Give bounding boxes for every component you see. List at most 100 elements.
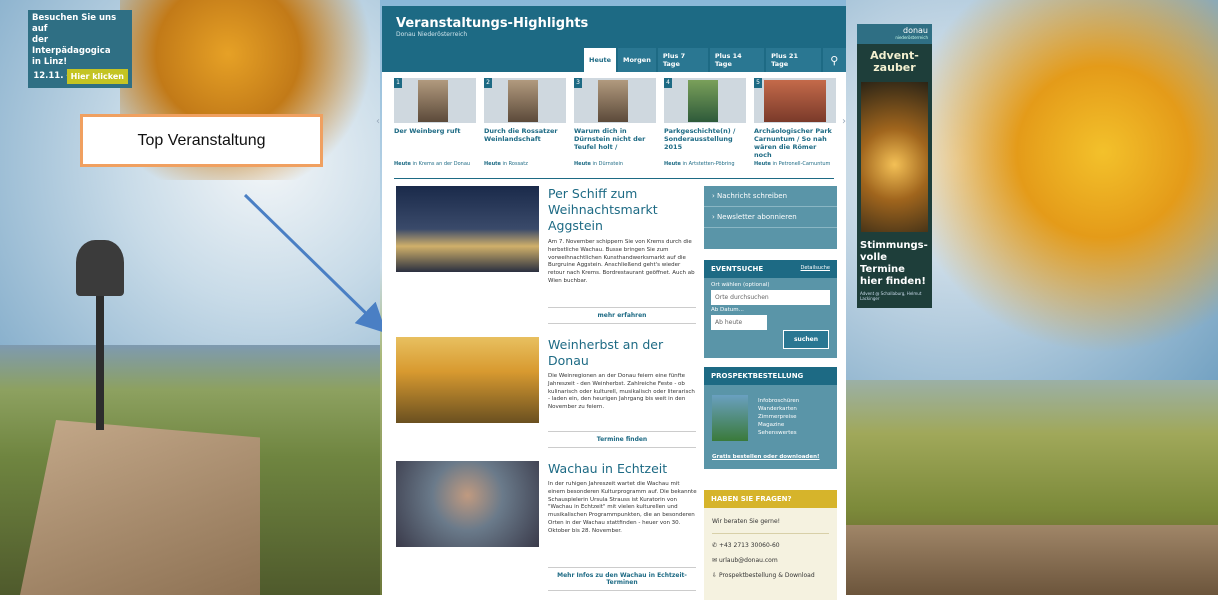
brochure-image	[712, 395, 748, 441]
highlight-thumbnail: 3	[574, 78, 656, 123]
prospekt-box: PROSPEKTBESTELLUNG Infobroschüren Wander…	[704, 367, 837, 469]
write-message-label: Nachricht schreiben	[717, 192, 788, 200]
highlight-title[interactable]: Der Weinberg ruft	[394, 127, 476, 161]
prospekt-item: Wanderkarten	[758, 406, 797, 412]
highlight-thumbnail: 1	[394, 78, 476, 123]
tab-heute[interactable]: Heute	[584, 48, 616, 72]
lamp-post	[96, 290, 104, 430]
highlight-meta: Heute in Petronell-Carnuntum	[754, 161, 836, 167]
newsletter-label: Newsletter abonnieren	[717, 213, 797, 221]
highlight-where: in Krems an der Donau	[412, 161, 471, 167]
tab-plus-7[interactable]: Plus 7 Tage	[657, 48, 708, 72]
article-title[interactable]: Weinherbst an der Donau	[548, 337, 698, 369]
ad-left-button[interactable]: Hier klicken	[66, 69, 128, 84]
contact-download[interactable]: ⇩ Prospektbestellung & Download	[704, 568, 837, 583]
highlight-photo	[688, 80, 718, 122]
highlight-number: 4	[664, 78, 672, 88]
highlight-item[interactable]: 5 Archäologischer Park Carnuntum / So na…	[754, 78, 836, 167]
article-link[interactable]: mehr erfahren	[548, 307, 696, 324]
highlight-item[interactable]: 3 Warum dich in Dürnstein nicht der Teuf…	[574, 78, 656, 167]
phone-icon: ✆	[712, 542, 718, 549]
highlight-title[interactable]: Parkgeschichte(n) / Sonderausstellung 20…	[664, 127, 746, 161]
mail-icon: ✉	[712, 557, 718, 564]
contact-intro: Wir beraten Sie gerne!	[712, 518, 781, 525]
background-wall	[20, 420, 260, 595]
highlight-where: in Rossatz	[502, 161, 528, 167]
highlight-when: Heute	[754, 161, 771, 167]
detailsuche-link[interactable]: Detailsuche	[801, 265, 831, 271]
write-message-link[interactable]: › Nachricht schreiben	[704, 186, 837, 207]
chevron-right-icon[interactable]: ›	[842, 116, 846, 127]
tab-morgen[interactable]: Morgen	[618, 48, 656, 72]
ad-left-line3: in Linz!	[32, 57, 68, 67]
ad-interpaedagogica[interactable]: Besuchen Sie uns auf der Interpädagogica…	[28, 10, 132, 88]
lamp-head	[76, 240, 124, 296]
contact-phone[interactable]: ✆ +43 2713 30060-60	[704, 538, 837, 553]
background-wall-right	[846, 525, 1218, 595]
ad-right-line4: volle Termine	[860, 252, 905, 275]
article-text: Am 7. November schippern Sie von Krems d…	[548, 239, 695, 284]
chevron-left-icon[interactable]: ‹	[376, 116, 380, 127]
search-icon[interactable]: ⚲	[822, 48, 846, 72]
highlight-when: Heute	[484, 161, 501, 167]
highlight-meta: Heute in Dürnstein	[574, 161, 656, 167]
prospekt-link[interactable]: Gratis bestellen oder downloaden!	[712, 454, 820, 460]
article-title[interactable]: Wachau in Echtzeit	[548, 461, 698, 477]
download-icon: ⇩	[712, 572, 718, 579]
highlight-when: Heute	[664, 161, 681, 167]
divider	[394, 178, 834, 179]
highlight-item[interactable]: 2 Durch die Rossatzer Weinlandschaft Heu…	[484, 78, 566, 167]
datum-input[interactable]: Ab heute	[711, 315, 767, 330]
page-title: Veranstaltungs-Highlights	[396, 16, 589, 31]
ort-input[interactable]: Orte durchsuchen	[711, 290, 830, 305]
highlight-where: in Dürnstein	[592, 161, 624, 167]
ad-right-line2: zauber	[873, 61, 916, 74]
article-link[interactable]: Termine finden	[548, 431, 696, 448]
phone-number: +43 2713 30060-60	[718, 542, 780, 549]
prospekt-list: Infobroschüren Wanderkarten Zimmerpreise…	[758, 397, 799, 437]
logo-subtext: niederösterreich	[895, 35, 928, 40]
search-button[interactable]: suchen	[782, 330, 829, 349]
highlight-when: Heute	[574, 161, 591, 167]
ad-right-cta: Stimmungs-volle Termine hier finden!	[857, 240, 932, 288]
page-subtitle: Donau Niederösterreich	[396, 31, 468, 38]
ort-label: Ort wählen (optional)	[711, 282, 770, 288]
highlight-title[interactable]: Archäologischer Park Carnuntum / So nah …	[754, 127, 836, 161]
tab-plus-21[interactable]: Plus 21 Tage	[766, 48, 821, 72]
ad-left-line2: der Interpädagogica	[32, 35, 111, 56]
divider	[712, 533, 829, 534]
ad-right-title: Advent-zauber	[857, 50, 932, 74]
ad-right-photo	[861, 82, 928, 232]
date-tabs: Heute Morgen Plus 7 Tage Plus 14 Tage Pl…	[582, 48, 846, 72]
donau-logo: donau niederösterreich	[857, 24, 932, 44]
highlight-photo	[418, 80, 448, 122]
article-image[interactable]	[396, 337, 539, 423]
highlight-where: in Petronell-Carnuntum	[772, 161, 831, 167]
highlight-thumbnail: 4	[664, 78, 746, 123]
ad-left-line1: Besuchen Sie uns auf	[32, 13, 117, 34]
tab-plus-14[interactable]: Plus 14 Tage	[709, 48, 765, 72]
highlights-strip: 1 Der Weinberg ruft Heute in Krems an de…	[394, 78, 836, 178]
main-content: Veranstaltungs-Highlights Donau Niederös…	[376, 6, 846, 600]
article-link[interactable]: Mehr Infos zu den Wachau in Echtzeit-Ter…	[548, 567, 696, 591]
highlight-title[interactable]: Warum dich in Dürnstein nicht der Teufel…	[574, 127, 656, 161]
highlight-number: 2	[484, 78, 492, 88]
highlight-title[interactable]: Durch die Rossatzer Weinlandschaft	[484, 127, 566, 161]
newsletter-link[interactable]: › Newsletter abonnieren	[704, 207, 837, 228]
highlight-number: 5	[754, 78, 762, 88]
highlight-thumbnail: 2	[484, 78, 566, 123]
highlight-meta: Heute in Rossatz	[484, 161, 566, 167]
article-item: Wachau in Echtzeit In der ruhigen Jahres…	[396, 461, 698, 591]
ad-adventzauber[interactable]: donau niederösterreich Advent-zauber Stim…	[857, 24, 932, 308]
background-leaves-right	[930, 0, 1218, 380]
highlight-item[interactable]: 1 Der Weinberg ruft Heute in Krems an de…	[394, 78, 476, 167]
header-bar: Veranstaltungs-Highlights Donau Niederös…	[382, 6, 846, 72]
newsletter-box: › Nachricht schreiben › Newsletter abonn…	[704, 186, 837, 249]
datum-label: Ab Datum...	[711, 307, 744, 313]
article-title[interactable]: Per Schiff zum Weihnachtsmarkt Aggstein	[548, 186, 698, 234]
contact-email[interactable]: ✉ urlaub@donau.com	[704, 553, 837, 568]
article-image[interactable]	[396, 186, 539, 272]
article-image[interactable]	[396, 461, 539, 547]
ad-right-line3: Stimmungs-	[860, 240, 928, 251]
highlight-item[interactable]: 4 Parkgeschichte(n) / Sonderausstellung …	[664, 78, 746, 167]
